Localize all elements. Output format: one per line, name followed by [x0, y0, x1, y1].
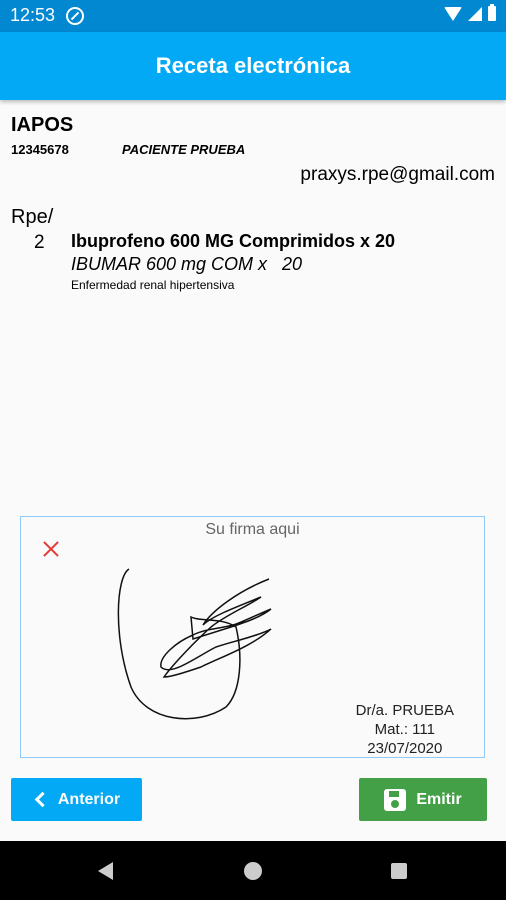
app-bar: Receta electrónica	[0, 32, 506, 100]
rpe-number: 2	[34, 232, 45, 253]
rpe-label: Rpe/	[11, 206, 54, 228]
home-icon[interactable]	[244, 862, 262, 880]
emit-button-label: Emitir	[416, 790, 462, 808]
diagnosis: Enfermedad renal hipertensiva	[71, 278, 235, 292]
signature-pad[interactable]: Su firma aqui Dr/a. PRUEBA Mat.: 111 23/…	[20, 516, 485, 758]
previous-button[interactable]: Anterior	[11, 778, 142, 821]
previous-button-label: Anterior	[57, 790, 121, 808]
drug-name: Ibuprofeno 600 MG Comprimidos x 20	[71, 231, 396, 251]
status-icons	[444, 4, 496, 21]
insurer-name: IAPOS	[11, 114, 74, 136]
patient-id: 12345678	[11, 142, 69, 157]
patient-name: PACIENTE PRUEBA	[122, 142, 246, 157]
status-bar: 12:53	[0, 0, 506, 32]
doctor-license: Mat.: 111	[374, 721, 435, 738]
drug-brand: IBUMAR 600 mg COM x 20	[71, 254, 303, 274]
doctor-info: Dr/a. PRUEBA Mat.: 111 23/07/2020	[356, 701, 454, 758]
recent-apps-icon[interactable]	[391, 863, 407, 879]
do-not-disturb-icon	[66, 7, 84, 25]
navigation-bar	[0, 841, 506, 900]
status-time: 12:53	[10, 5, 56, 25]
wifi-icon	[444, 6, 462, 21]
prescription-date: 23/07/2020	[367, 740, 443, 757]
doctor-name: Dr/a. PRUEBA	[355, 702, 454, 719]
chevron-left-icon	[34, 791, 51, 808]
signal-icon	[468, 6, 482, 21]
save-icon	[384, 788, 407, 811]
back-icon[interactable]	[98, 862, 113, 880]
battery-icon	[488, 4, 496, 21]
page-title: Receta electrónica	[155, 53, 351, 78]
emit-button[interactable]: Emitir	[359, 778, 487, 821]
email: praxys.rpe@gmail.com	[300, 164, 495, 185]
